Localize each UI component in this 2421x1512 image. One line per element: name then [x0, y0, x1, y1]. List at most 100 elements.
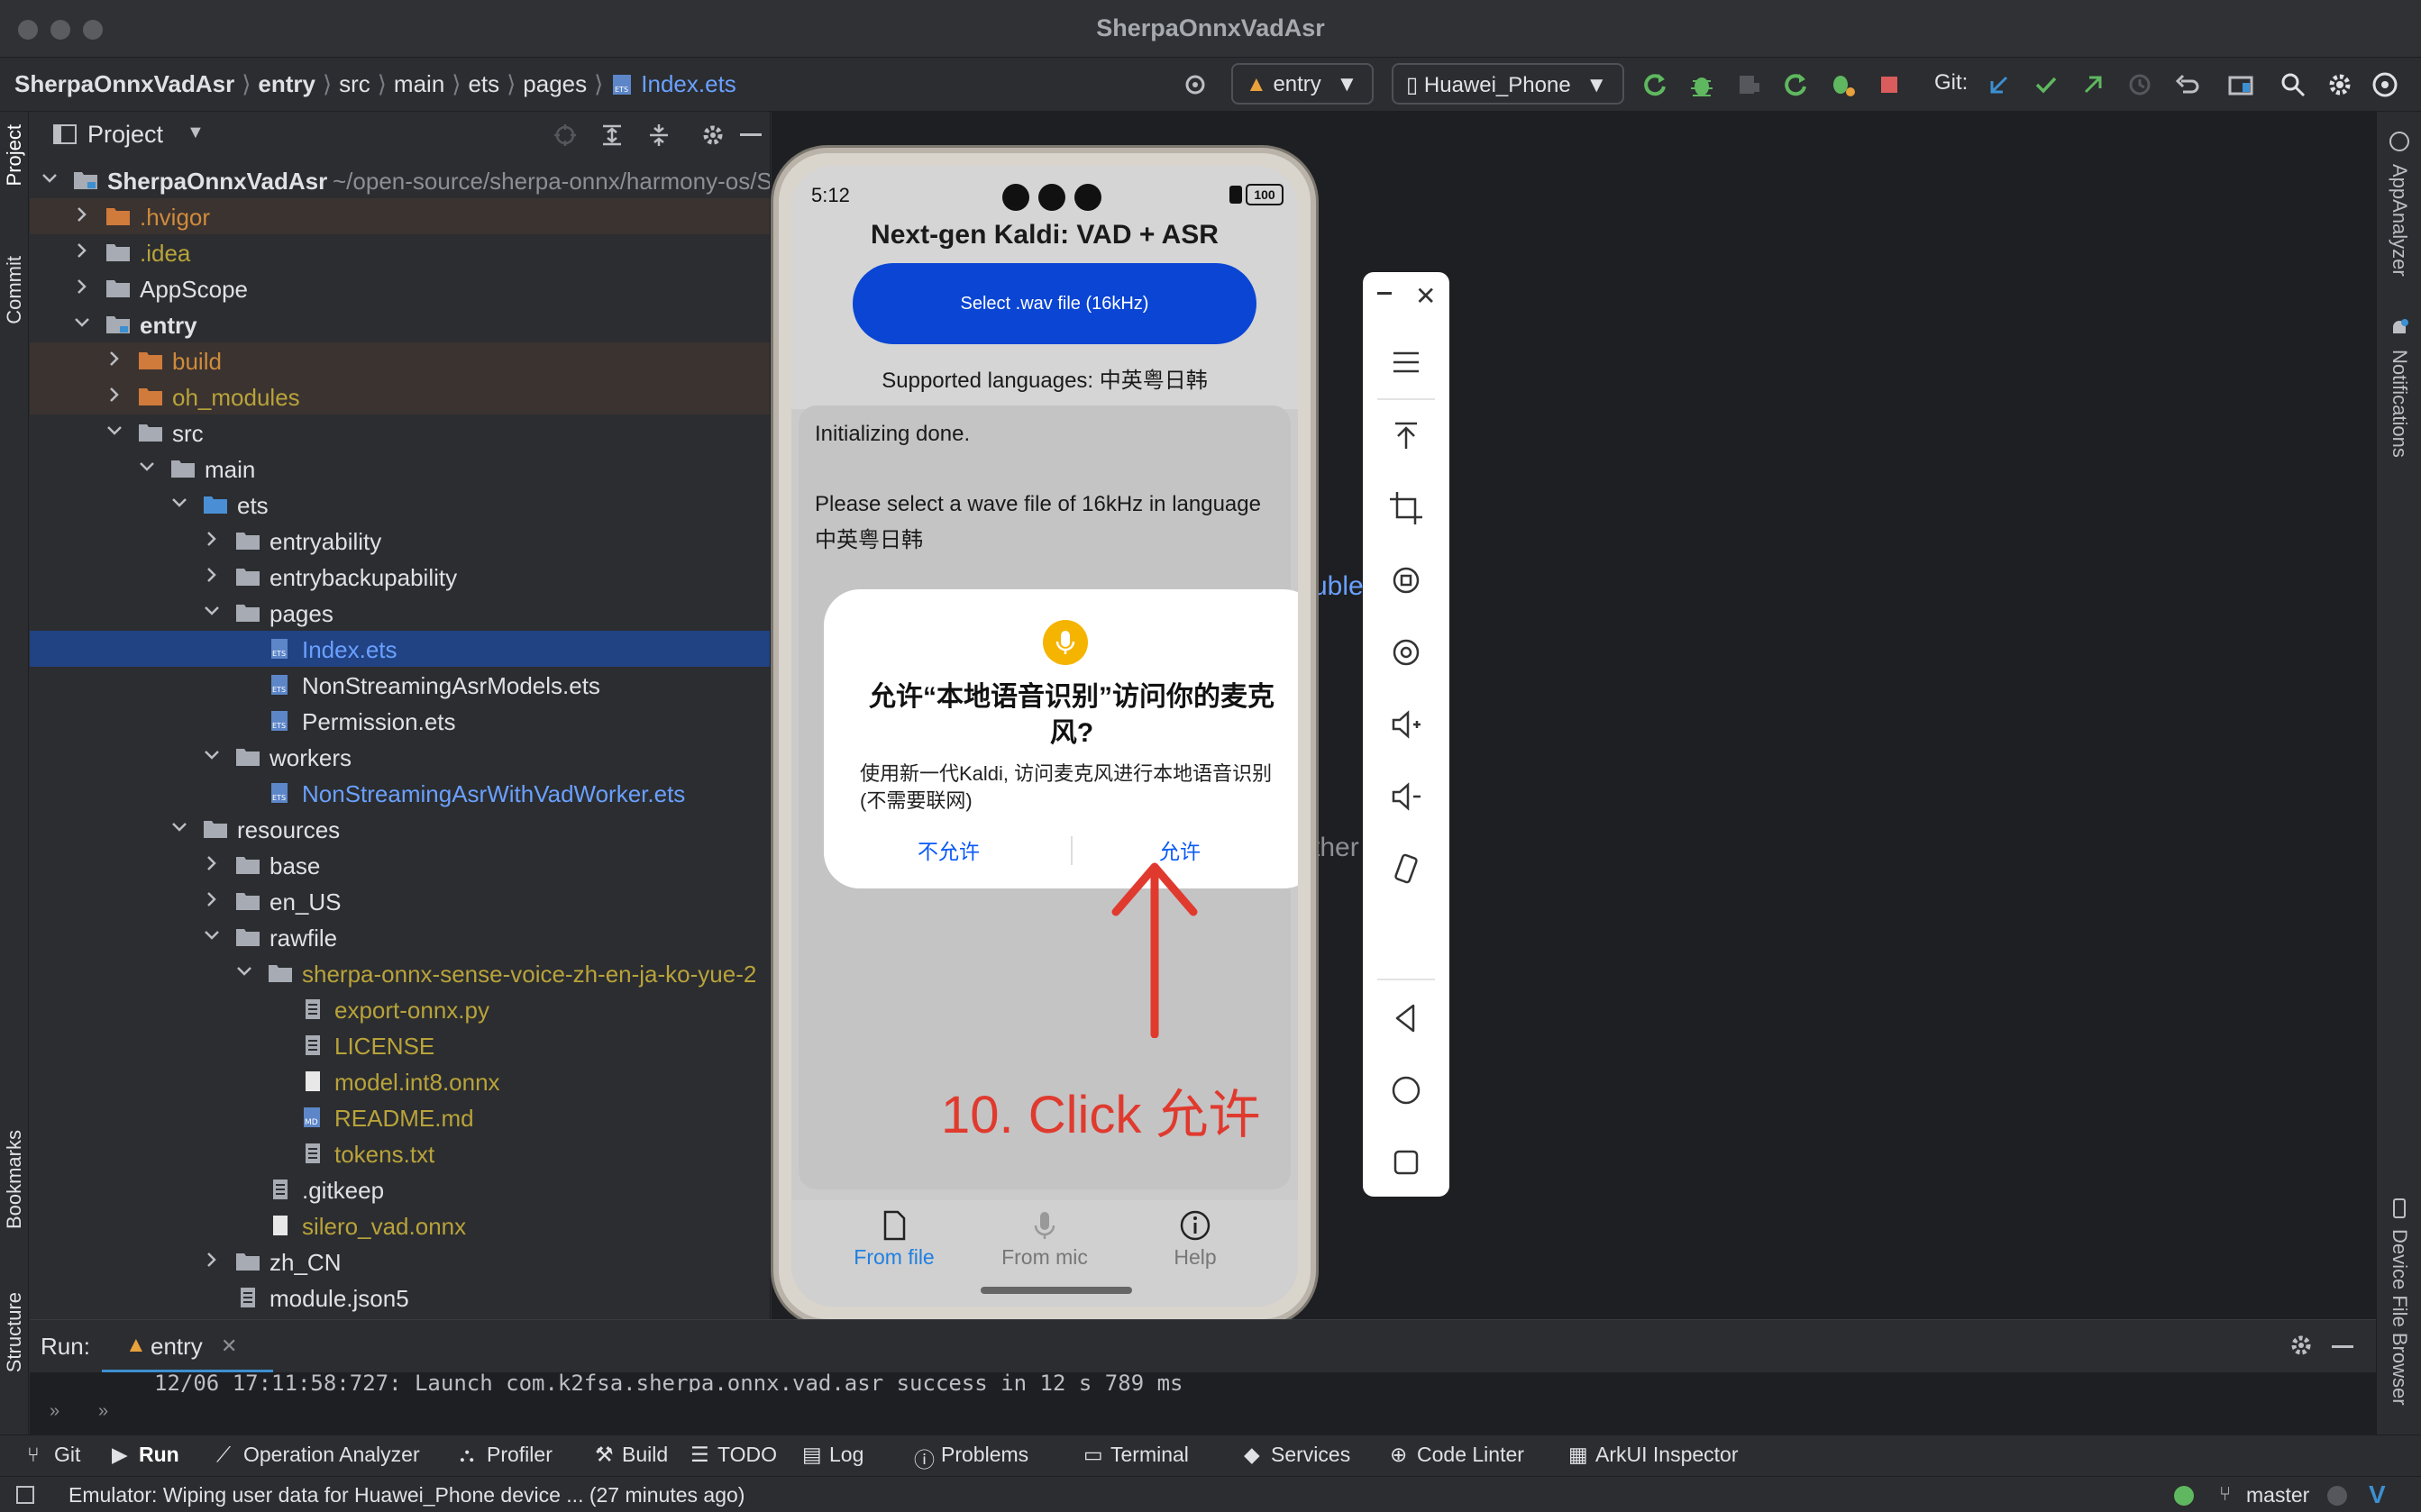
notifications-tool-tab[interactable]: Notifications — [2388, 350, 2411, 458]
tree-row-model-int8-onnx[interactable]: model.int8.onnx — [30, 1063, 770, 1099]
tree-row-tokens-txt[interactable]: tokens.txt — [30, 1135, 770, 1171]
tool-tab-todo[interactable]: TODO — [717, 1443, 777, 1467]
collapse-all-icon[interactable] — [646, 123, 671, 148]
tool-tab-log[interactable]: Log — [829, 1443, 863, 1467]
expand-icon[interactable]: » — [50, 1401, 59, 1422]
project-tool-tab[interactable]: Project — [3, 124, 26, 186]
chevron-down-icon[interactable] — [233, 961, 255, 982]
tree-row-silero-vad-onnx[interactable]: silero_vad.onnx — [30, 1207, 770, 1243]
hide-panel-icon[interactable] — [740, 133, 762, 136]
chevron-right-icon[interactable] — [71, 204, 93, 225]
settings-gear-icon[interactable] — [2325, 70, 2354, 99]
structure-tool-tab[interactable]: Structure — [3, 1292, 26, 1372]
tree-row-workers[interactable]: workers — [30, 739, 770, 775]
tree-row-entryability[interactable]: entryability — [30, 523, 770, 559]
bookmarks-tool-tab[interactable]: Bookmarks — [3, 1130, 26, 1229]
branch-name[interactable]: master — [2246, 1483, 2309, 1507]
apply-changes-icon[interactable] — [1781, 70, 1810, 99]
chevron-right-icon[interactable] — [201, 852, 223, 874]
chevron-right-icon[interactable] — [71, 276, 93, 297]
tree-row-en-us[interactable]: en_US — [30, 883, 770, 919]
close-tab-icon[interactable]: ✕ — [221, 1334, 237, 1358]
rollback-icon[interactable] — [2172, 70, 2201, 99]
git-push-icon[interactable] — [2078, 70, 2107, 99]
minimize-emulator-icon[interactable] — [1377, 292, 1392, 295]
rerun-icon[interactable] — [1640, 70, 1669, 99]
chevron-down-icon[interactable] — [71, 312, 93, 333]
project-panel-title[interactable]: Project — [87, 121, 163, 149]
breadcrumb-file[interactable]: Index.ets — [641, 70, 736, 98]
tool-tab-terminal[interactable]: Terminal — [1110, 1443, 1189, 1467]
tool-tab-code-linter[interactable]: Code Linter — [1417, 1443, 1524, 1467]
tree-row-zh-cn[interactable]: zh_CN — [30, 1243, 770, 1280]
tool-tab-operation-analyzer[interactable]: Operation Analyzer — [243, 1443, 420, 1467]
chevron-right-icon[interactable] — [201, 1249, 223, 1271]
project-structure-icon[interactable] — [2226, 70, 2255, 99]
chevron-down-icon[interactable] — [104, 420, 125, 442]
breadcrumb-src[interactable]: src — [339, 70, 370, 98]
tree-row-idea[interactable]: .idea — [30, 234, 770, 270]
home-icon[interactable] — [1388, 1072, 1424, 1108]
chevron-down-icon[interactable] — [201, 744, 223, 766]
tab-from-mic[interactable]: From mic — [973, 1209, 1117, 1270]
chevron-down-icon[interactable]: ▼ — [187, 123, 205, 143]
ide-logo-icon[interactable] — [2371, 70, 2399, 99]
tree-row-build[interactable]: build — [30, 342, 770, 378]
device-selector[interactable]: ▯ Huawei_Phone ▼ — [1392, 63, 1624, 105]
tree-row-permission-ets[interactable]: ETS Permission.ets — [30, 703, 770, 739]
tree-row-rawfile[interactable]: rawfile — [30, 919, 770, 955]
git-commit-icon[interactable] — [2032, 70, 2060, 99]
tree-row-export-onnx-py[interactable]: export-onnx.py — [30, 991, 770, 1027]
pin-top-icon[interactable] — [1388, 418, 1424, 454]
breadcrumb-pages[interactable]: pages — [523, 70, 587, 98]
deny-button[interactable]: 不允许 — [918, 834, 980, 865]
git-update-icon[interactable] — [1985, 70, 2014, 99]
tree-row-module-json5[interactable]: module.json5 — [30, 1280, 770, 1316]
chevron-right-icon[interactable] — [104, 348, 125, 369]
tree-row-license[interactable]: LICENSE — [30, 1027, 770, 1063]
rotate-device-icon[interactable] — [1388, 851, 1424, 887]
close-emulator-icon[interactable]: ✕ — [1415, 281, 1436, 311]
commit-tool-tab[interactable]: Commit — [3, 256, 26, 324]
rotate-left-icon[interactable] — [1388, 562, 1424, 598]
back-icon[interactable] — [1388, 1000, 1424, 1036]
tool-tab-arkui-inspector[interactable]: ArkUI Inspector — [1595, 1443, 1739, 1467]
tree-row-nonstreamingasrmodels-ets[interactable]: ETS NonStreamingAsrModels.ets — [30, 667, 770, 703]
breadcrumb-project[interactable]: SherpaOnnxVadAsr — [14, 70, 234, 98]
chevron-right-icon[interactable] — [104, 384, 125, 405]
chevron-down-icon[interactable] — [201, 600, 223, 622]
status-message[interactable]: Emulator: Wiping user data for Huawei_Ph… — [69, 1483, 745, 1507]
tree-row-appscope[interactable]: AppScope — [30, 270, 770, 306]
breadcrumb-ets[interactable]: ets — [468, 70, 499, 98]
chevron-down-icon[interactable] — [201, 925, 223, 946]
locate-file-icon[interactable] — [553, 123, 578, 148]
chevron-right-icon[interactable] — [201, 564, 223, 586]
tool-tab-git[interactable]: Git — [54, 1443, 80, 1467]
search-icon[interactable] — [2279, 70, 2307, 99]
breadcrumb-main[interactable]: main — [394, 70, 444, 98]
run-tab-entry[interactable]: ▲ entry ✕ — [102, 1327, 273, 1372]
chevron-down-icon[interactable] — [169, 492, 190, 514]
attach-debugger-icon[interactable] — [1734, 70, 1763, 99]
debug-icon[interactable] — [1687, 70, 1716, 99]
tree-row-sherpa-onnx-sense-voice-zh-en-ja-ko-yue-2[interactable]: sherpa-onnx-sense-voice-zh-en-ja-ko-yue-… — [30, 955, 770, 991]
tree-row-base[interactable]: base — [30, 847, 770, 883]
tree-row-root[interactable]: SherpaOnnxVadAsr ~/open-source/sherpa-on… — [30, 162, 770, 198]
history-icon[interactable] — [2125, 70, 2154, 99]
stop-icon[interactable] — [1875, 70, 1904, 99]
tool-tab-run[interactable]: Run — [139, 1443, 179, 1467]
tree-row-oh-modules[interactable]: oh_modules — [30, 378, 770, 414]
chevron-right-icon[interactable] — [71, 240, 93, 261]
tab-from-file[interactable]: From file — [822, 1209, 966, 1270]
tree-row-hvigor[interactable]: .hvigor — [30, 198, 770, 234]
hide-panel-icon[interactable] — [2332, 1345, 2353, 1348]
rotate-right-icon[interactable] — [1388, 634, 1424, 670]
target-icon[interactable] — [1181, 70, 1210, 99]
home-indicator[interactable] — [981, 1287, 1132, 1294]
crop-screenshot-icon[interactable] — [1388, 490, 1424, 526]
menu-icon[interactable] — [1388, 344, 1424, 380]
tree-row-entry[interactable]: entry — [30, 306, 770, 342]
bug-restart-icon[interactable] — [1828, 70, 1857, 99]
breadcrumb-entry[interactable]: entry — [258, 70, 315, 98]
tool-tab-services[interactable]: Services — [1271, 1443, 1350, 1467]
